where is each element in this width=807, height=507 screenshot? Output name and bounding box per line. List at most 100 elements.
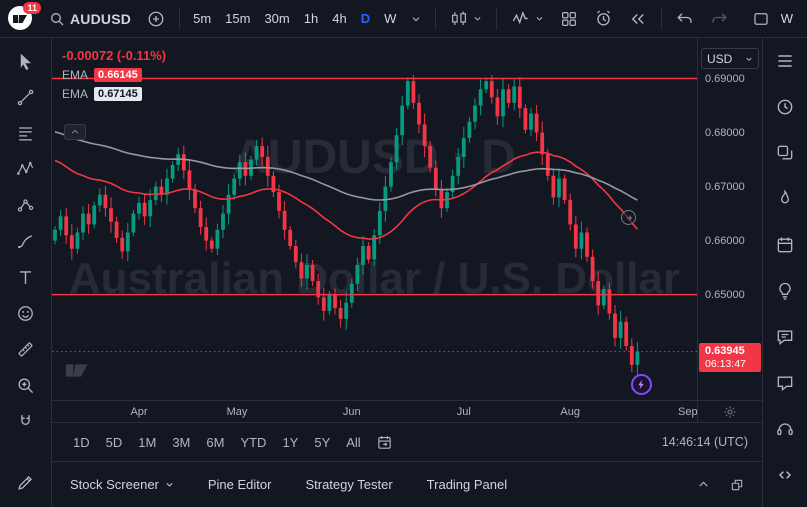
measure-tool-button[interactable]	[9, 334, 43, 364]
chevron-down-icon	[411, 14, 421, 24]
current-price: 0.63945	[705, 345, 757, 358]
tradingview-watermark-logo[interactable]	[64, 356, 98, 384]
tab-strategy-tester[interactable]: Strategy Tester	[305, 477, 392, 492]
timeframe-1d[interactable]: D	[355, 5, 376, 33]
range-1d-button[interactable]: 1D	[66, 431, 97, 454]
go-to-date-button[interactable]	[370, 434, 399, 451]
chart-settings-button[interactable]	[723, 405, 737, 419]
forecast-tool-button[interactable]	[9, 190, 43, 220]
toolbar-divider	[435, 8, 436, 30]
time-axis-month-label: Jun	[343, 406, 361, 418]
tab-label: Pine Editor	[208, 477, 272, 492]
currency-dropdown[interactable]: USD	[701, 48, 759, 69]
range-1y-button[interactable]: 1Y	[275, 431, 305, 454]
tradingview-app: 11 AUDUSD 5m 15m 30m 1h 4h D W	[0, 0, 807, 507]
utc-clock[interactable]: 14:46:14 (UTC)	[662, 435, 748, 449]
lightning-marker-icon[interactable]	[631, 374, 652, 395]
ruler-icon	[16, 340, 35, 359]
comments-button[interactable]	[771, 370, 799, 396]
maximize-panel-button[interactable]	[730, 478, 744, 492]
price-scale-label: 0.68000	[705, 127, 745, 139]
watchlist-button[interactable]	[771, 48, 799, 74]
chart-plot[interactable]: AUDUSD · D Australian Dollar / U.S. Doll…	[52, 38, 697, 400]
trend-line-tool-button[interactable]	[9, 82, 43, 112]
current-price-badge: 0.63945 06:13:47	[699, 343, 761, 373]
timeframe-1h[interactable]: 1h	[298, 5, 324, 33]
scripts-button[interactable]	[771, 462, 799, 488]
undo-button[interactable]	[669, 5, 701, 33]
layout-name-label[interactable]: W	[779, 11, 799, 26]
chevron-down-icon	[473, 14, 482, 23]
timeframe-4h[interactable]: 4h	[326, 5, 352, 33]
hotlists-button[interactable]	[771, 186, 799, 212]
chevron-up-icon	[697, 478, 710, 491]
range-5y-button[interactable]: 5Y	[307, 431, 337, 454]
symbol-name: AUDUSD	[70, 11, 131, 27]
calendar-icon	[775, 235, 795, 255]
alerts-button[interactable]	[771, 94, 799, 120]
tab-stock-screener[interactable]: Stock Screener	[70, 477, 174, 492]
indicator-name: EMA	[62, 87, 88, 101]
forecast-icon	[16, 196, 35, 215]
ema-line-marker-icon[interactable]	[621, 210, 636, 225]
tab-pine-editor[interactable]: Pine Editor	[208, 477, 272, 492]
object-tree-button[interactable]	[771, 140, 799, 166]
fib-retracement-tool-button[interactable]	[9, 118, 43, 148]
redo-button[interactable]	[703, 5, 735, 33]
timeframe-1w[interactable]: W	[378, 5, 402, 33]
indicator-legend-ema-fast[interactable]: EMA 0.66145	[62, 68, 166, 82]
xabcd-pattern-tool-button[interactable]	[9, 154, 43, 184]
chat-button[interactable]	[771, 324, 799, 350]
chart-type-button[interactable]	[443, 5, 489, 33]
legend-collapse-button[interactable]	[64, 124, 86, 140]
range-6m-button[interactable]: 6M	[199, 431, 231, 454]
range-5d-button[interactable]: 5D	[99, 431, 130, 454]
layout-button[interactable]	[553, 5, 585, 33]
indicator-legend-ema-slow[interactable]: EMA 0.67145	[62, 87, 166, 101]
create-alert-button[interactable]	[587, 5, 620, 33]
search-icon	[49, 11, 65, 27]
range-all-button[interactable]: All	[339, 431, 367, 454]
time-axis-month-label: Aug	[560, 406, 580, 418]
pencil-icon	[16, 473, 35, 492]
indicators-button[interactable]	[504, 5, 551, 33]
undo-icon	[676, 10, 694, 28]
timeframe-5m[interactable]: 5m	[187, 5, 217, 33]
ideas-button[interactable]	[771, 278, 799, 304]
manage-layouts-button[interactable]	[745, 5, 777, 33]
magnet-tool-button[interactable]	[9, 406, 43, 436]
compare-add-symbol-button[interactable]	[140, 5, 172, 33]
support-headset-icon	[775, 419, 795, 439]
edit-drawing-button[interactable]	[9, 467, 43, 497]
expand-panel-button[interactable]	[697, 478, 710, 492]
tab-label: Stock Screener	[70, 477, 159, 492]
price-scale[interactable]: USD 0.690000.680000.670000.660000.65000 …	[697, 38, 762, 400]
time-axis[interactable]: AprMayJunJulAugSep	[52, 400, 762, 422]
bar-countdown: 06:13:47	[705, 358, 757, 371]
magnet-icon	[16, 412, 35, 431]
timeframe-dropdown-button[interactable]	[404, 5, 428, 33]
object-tree-icon	[775, 143, 795, 163]
main-menu-button[interactable]: 11	[8, 6, 34, 32]
emoji-tool-button[interactable]	[9, 298, 43, 328]
timeframe-15m[interactable]: 15m	[219, 5, 256, 33]
toolbar-divider	[496, 8, 497, 30]
tab-trading-panel[interactable]: Trading Panel	[427, 477, 507, 492]
redo-icon	[710, 10, 728, 28]
range-1m-button[interactable]: 1M	[131, 431, 163, 454]
brush-tool-button[interactable]	[9, 226, 43, 256]
text-tool-icon	[16, 268, 35, 287]
timeframe-30m[interactable]: 30m	[258, 5, 295, 33]
bar-replay-button[interactable]	[622, 5, 654, 33]
symbol-search-button[interactable]: AUDUSD	[42, 5, 138, 33]
cursor-tool-button[interactable]	[9, 46, 43, 76]
chart-pane: AUDUSD · D Australian Dollar / U.S. Doll…	[52, 38, 762, 400]
support-button[interactable]	[771, 416, 799, 442]
price-scale-label: 0.69000	[705, 73, 745, 85]
range-ytd-button[interactable]: YTD	[233, 431, 273, 454]
calendar-button[interactable]	[771, 232, 799, 258]
text-tool-button[interactable]	[9, 262, 43, 292]
zoom-tool-button[interactable]	[9, 370, 43, 400]
range-3m-button[interactable]: 3M	[165, 431, 197, 454]
trend-line-icon	[16, 88, 35, 107]
